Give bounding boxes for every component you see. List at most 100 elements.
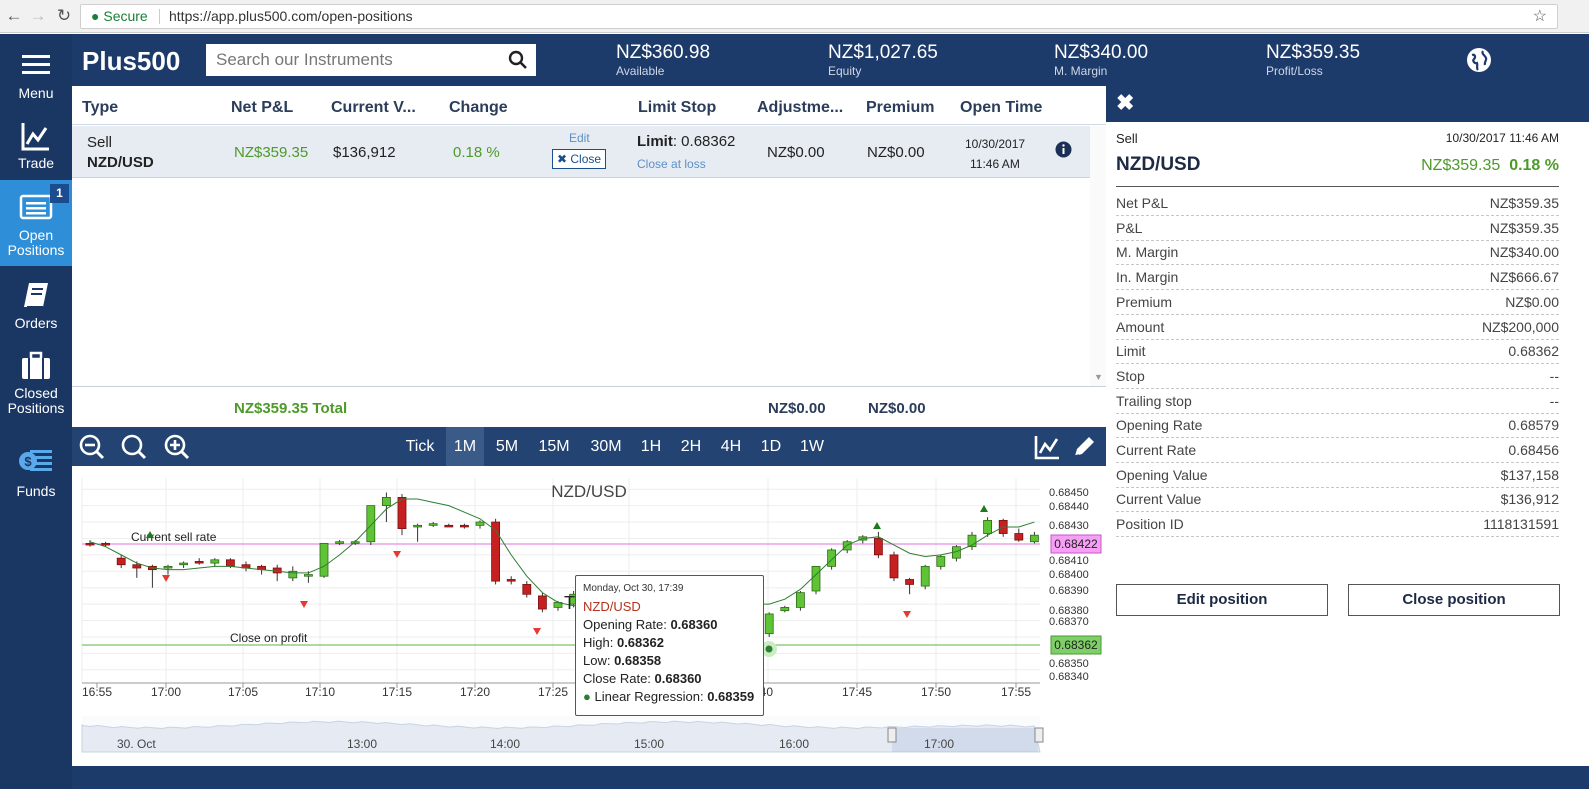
row-premium: NZ$0.00 [867,144,925,161]
tooltip-close-value: 0.68360 [654,671,702,686]
x-tick-label: 17:25 [538,685,568,699]
info-icon[interactable] [1055,141,1072,158]
candle [522,584,532,595]
search-icon[interactable] [508,50,528,70]
table-scrollbar[interactable]: ▼ [1090,126,1106,386]
edit-link[interactable]: Edit [569,131,590,145]
timeframe-30m[interactable]: 30M [584,427,628,466]
navigator-window[interactable] [892,728,1038,752]
timeframe-1d[interactable]: 1D [754,427,788,466]
nav-menu[interactable]: Menu [0,50,72,101]
stat-margin: NZ$340.00 M. Margin [1054,42,1148,78]
edit-position-button[interactable]: Edit position [1116,584,1328,616]
x-tick-label: 17:00 [151,685,181,699]
bottom-bar [72,766,1589,789]
navigator-handle-left[interactable] [887,727,897,743]
detail-row: P&L NZ$359.35 [1116,217,1559,241]
bookmark-star-icon[interactable]: ☆ [1533,5,1547,28]
candle [1030,534,1039,543]
timeframe-2h[interactable]: 2H [674,427,708,466]
detail-row-key: Position ID [1116,516,1184,533]
zoom-in-icon[interactable] [163,433,191,461]
zoom-out-icon[interactable] [78,433,106,461]
timeframe-1m[interactable]: 1M [446,427,484,466]
plus500-logo: Plus500 [82,46,181,76]
detail-row-key: P&L [1116,219,1143,236]
detail-row-value: -- [1549,367,1559,384]
url-text[interactable]: https://app.plus500.com/open-positions [169,5,413,28]
col-net-pl[interactable]: Net P&L [231,99,293,117]
close-position-panel-button[interactable]: Close position [1348,584,1560,616]
close-at-loss-link[interactable]: Close at loss [637,157,706,171]
close-button-label: Close [570,152,602,166]
table-row[interactable]: Sell NZD/USD NZ$359.35 $136,912 0.18 % E… [72,126,1090,178]
col-premium[interactable]: Premium [866,99,934,117]
x-axis: 16:5517:0017:0517:1017:1517:2017:2517:40… [82,683,1031,699]
detail-row-key: Net P&L [1116,195,1169,211]
detail-row-value: $136,912 [1500,491,1559,508]
detail-row-key: In. Margin [1116,269,1179,286]
candle [764,613,774,635]
row-adjustment: NZ$0.00 [767,144,825,161]
candle [381,497,391,507]
forward-arrow-icon[interactable]: → [28,5,48,27]
nav-funds[interactable]: $ Funds [0,446,72,499]
profit-rate-tag-value: 0.68362 [1054,638,1098,652]
y-tick-label: 0.68390 [1049,585,1089,597]
col-type[interactable]: Type [82,99,118,117]
detail-row: Premium NZ$0.00 [1116,291,1559,315]
sell-signal-marker [903,611,911,618]
col-current-value[interactable]: Current V... [331,99,416,117]
globe-icon[interactable] [1466,47,1492,73]
row-limit-label: Limit [637,133,673,150]
nav-closed-positions-label: Closed Positions [7,385,65,416]
linear-regression-line [89,498,1035,607]
indicators-chart-icon[interactable] [1033,433,1061,461]
tooltip-high-label: High: [583,635,617,650]
detail-row: Position ID 1118131591 [1116,513,1559,538]
nav-closed-positions[interactable]: Closed Positions [0,350,72,416]
timeframe-15m[interactable]: 15M [532,427,576,466]
search-input[interactable] [206,44,536,76]
navigator-handle-right[interactable] [1034,727,1044,743]
timeframe-5m[interactable]: 5M [488,427,526,466]
y-tick-label: 0.68400 [1049,569,1089,581]
navigator-label: 13:00 [347,737,377,751]
timeframe-tick[interactable]: Tick [398,427,442,466]
timeframe-1h[interactable]: 1H [634,427,668,466]
x-tick-label: 17:45 [842,685,872,699]
candle-tooltip: Monday, Oct 30, 17:39 NZD/USD Opening Ra… [575,575,764,716]
col-adjustment[interactable]: Adjustme... [757,99,843,117]
timeframe-4h[interactable]: 4H [714,427,748,466]
col-open-time[interactable]: Open Time [960,99,1042,117]
col-limit-stop[interactable]: Limit Stop [638,99,716,117]
current-sell-rate-label: Current sell rate [131,530,217,544]
row-net-pl: NZ$359.35 [234,144,309,161]
address-bar[interactable]: ● Secure https://app.plus500.com/open-po… [80,4,1558,29]
close-on-profit-label: Close on profit [230,631,308,645]
candle [194,561,204,564]
nav-orders-label: Orders [14,315,58,331]
positions-table-header: Type Net P&L Current V... Change Limit S… [72,86,1106,125]
col-change[interactable]: Change [449,99,508,117]
nav-trade[interactable]: Trade [0,120,72,171]
candle [179,562,188,566]
nav-menu-label: Menu [18,85,54,101]
detail-row-value: 1118131591 [1483,516,1559,533]
back-arrow-icon[interactable]: ← [4,5,24,27]
close-position-button[interactable]: ✖ Close [552,149,606,169]
nav-orders[interactable]: Orders [0,280,72,331]
timeframe-1w[interactable]: 1W [794,427,830,466]
zoom-reset-icon[interactable] [120,433,148,461]
sell-signal-marker [162,575,170,582]
detail-row-value: NZ$340.00 [1489,244,1559,261]
close-panel-icon[interactable]: ✖ [1116,90,1134,116]
detail-row: Amount NZ$200,000 [1116,316,1559,340]
candle [920,565,930,587]
stat-available-label: Available [616,64,665,78]
candle [506,579,516,582]
scroll-down-arrow-icon[interactable]: ▼ [1094,372,1103,382]
reload-icon[interactable]: ↻ [54,5,74,27]
detail-row-key: Premium [1116,293,1173,310]
pencil-draw-icon[interactable] [1070,433,1098,461]
